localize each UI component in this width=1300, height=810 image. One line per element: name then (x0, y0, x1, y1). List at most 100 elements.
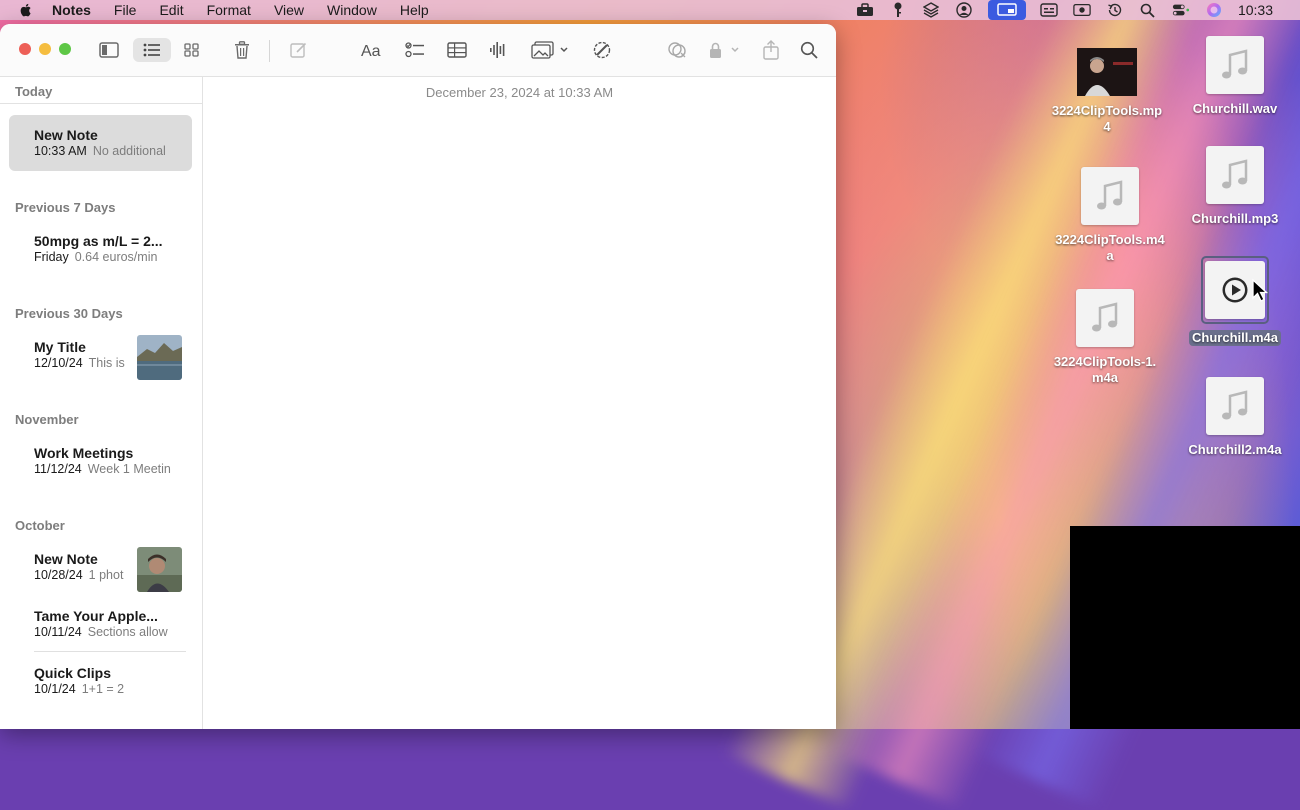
note-item[interactable]: My Title 12/10/24 This is (9, 327, 192, 383)
section-header-november: November (15, 412, 79, 427)
desktop-file-audio[interactable]: 3224ClipTools-1. m4a (1040, 289, 1170, 386)
lock-icon[interactable] (707, 38, 741, 62)
note-item[interactable]: Tame Your Apple... 10/11/24 Sections allo… (9, 596, 192, 652)
note-title: Work Meetings (34, 445, 134, 461)
toolbox-icon[interactable] (856, 2, 874, 18)
video-record-icon[interactable] (1073, 2, 1091, 18)
layers-icon[interactable] (922, 2, 940, 18)
control-center-icon[interactable] (1172, 2, 1190, 18)
screen-mirroring-icon[interactable] (987, 0, 1026, 20)
note-title: Quick Clips (34, 665, 112, 681)
note-meta: 11/12/24 Week 1 Meetin (34, 462, 174, 476)
note-snippet: 1+1 = 2 (81, 682, 125, 696)
desktop-file-audio[interactable]: Churchill.mp3 (1170, 146, 1300, 227)
note-date: 10:33 AM (34, 144, 87, 158)
desktop-file-audio[interactable]: 3224ClipTools.m4 a (1045, 167, 1175, 264)
menu-help[interactable]: Help (400, 2, 429, 18)
section-divider (0, 103, 202, 104)
note-date: 10/11/24 (34, 625, 82, 639)
note-meta: 10/11/24 Sections allow (34, 625, 182, 639)
collaborate-icon[interactable] (665, 38, 689, 62)
note-snippet: No additional (92, 144, 166, 158)
gallery-view-icon[interactable] (180, 38, 204, 62)
text-format-icon[interactable]: Aa (359, 38, 387, 62)
note-meta: 10/28/24 1 phot (34, 568, 129, 582)
note-item[interactable]: Work Meetings 11/12/24 Week 1 Meetin (9, 433, 192, 489)
menu-view[interactable]: View (274, 2, 304, 18)
search-icon[interactable] (798, 38, 820, 62)
note-snippet: Sections allow (87, 625, 168, 639)
note-item[interactable]: 50mpg as m/L = 2... Friday 0.64 euros/min (9, 221, 192, 277)
audio-file-icon (1076, 289, 1134, 347)
minimize-window-button[interactable] (39, 43, 51, 55)
list-view-icon[interactable] (133, 38, 171, 62)
sidebar-toggle-icon[interactable] (96, 38, 122, 62)
mouse-cursor-icon (1252, 278, 1269, 302)
note-item[interactable]: New Note 10/28/24 1 phot (9, 539, 192, 595)
compose-icon[interactable] (288, 38, 310, 62)
desktop-file-audio[interactable]: Churchill2.m4a (1170, 377, 1300, 458)
desktop-file-audio[interactable]: Churchill.wav (1170, 36, 1300, 117)
close-window-button[interactable] (19, 43, 31, 55)
note-snippet: Week 1 Meetin (87, 462, 171, 476)
note-date: Friday (34, 250, 69, 264)
spotlight-search-icon[interactable] (1139, 2, 1157, 18)
table-icon[interactable] (445, 38, 469, 62)
key-icon[interactable] (889, 2, 907, 18)
media-icon[interactable] (530, 38, 570, 62)
note-snippet: 1 phot (88, 568, 124, 582)
checklist-icon[interactable] (403, 38, 427, 62)
menu-bar-clock[interactable]: 10:33 (1238, 2, 1273, 18)
note-date: 10/1/24 (34, 682, 76, 696)
markup-icon[interactable] (590, 38, 614, 62)
apple-menu-icon[interactable] (18, 2, 34, 18)
desktop-file-video[interactable]: 3224ClipTools.mp 4 (1042, 48, 1172, 135)
menu-format[interactable]: Format (207, 2, 251, 18)
menu-app-name[interactable]: Notes (52, 2, 91, 18)
maximize-window-button[interactable] (59, 43, 71, 55)
note-divider (34, 651, 186, 652)
note-title: My Title (34, 339, 86, 355)
note-item[interactable]: New Note 10:33 AM No additional (9, 115, 192, 171)
audio-file-icon (1206, 36, 1264, 94)
svg-text:Aa: Aa (361, 43, 381, 58)
notes-window: Aa Today New Note 10:33 AM No additional… (0, 24, 836, 729)
audio-file-icon (1206, 377, 1264, 435)
section-header-previous-30-days: Previous 30 Days (15, 306, 123, 321)
note-item[interactable]: Quick Clips 10/1/24 1+1 = 2 (9, 653, 192, 709)
note-snippet: This is (88, 356, 125, 370)
caption-icon[interactable] (1040, 2, 1058, 18)
desktop-file-label: 3224ClipTools-1. m4a (1053, 354, 1157, 385)
desktop-file-label: 3224ClipTools.mp 4 (1051, 103, 1163, 134)
note-meta: 10/1/24 1+1 = 2 (34, 682, 182, 696)
note-thumbnail-portrait (137, 547, 182, 592)
trash-icon[interactable] (230, 38, 254, 62)
siri-icon[interactable] (1205, 2, 1223, 18)
note-meta: Friday 0.64 euros/min (34, 250, 182, 264)
menu-file[interactable]: File (114, 2, 137, 18)
desktop-file-label: Churchill.mp3 (1191, 211, 1279, 226)
note-date: 10/28/24 (34, 568, 83, 582)
note-title: New Note (34, 127, 98, 143)
audio-icon[interactable] (487, 38, 509, 62)
video-preview-overlay (1070, 526, 1300, 729)
section-header-today: Today (15, 84, 53, 99)
status-area: 10:33 (856, 0, 1300, 20)
note-title: 50mpg as m/L = 2... (34, 233, 163, 249)
menu-window[interactable]: Window (327, 2, 377, 18)
desktop-file-label: Churchill2.m4a (1188, 442, 1282, 457)
note-editor[interactable]: December 23, 2024 at 10:33 AM (203, 77, 836, 729)
video-thumbnail-icon (1077, 48, 1137, 96)
desktop-file-label: 3224ClipTools.m4 a (1055, 232, 1165, 263)
audio-file-icon (1081, 167, 1139, 225)
user-account-icon[interactable] (955, 2, 973, 18)
audio-file-icon (1206, 146, 1264, 204)
share-icon[interactable] (760, 38, 782, 62)
toolbar-divider (269, 40, 270, 62)
section-header-october: October (15, 518, 65, 533)
desktop-file-audio-selected[interactable]: Churchill.m4a (1170, 256, 1300, 347)
menu-edit[interactable]: Edit (159, 2, 183, 18)
note-date: 12/10/24 (34, 356, 83, 370)
time-machine-icon[interactable] (1106, 2, 1124, 18)
note-thumbnail-landscape (137, 335, 182, 380)
